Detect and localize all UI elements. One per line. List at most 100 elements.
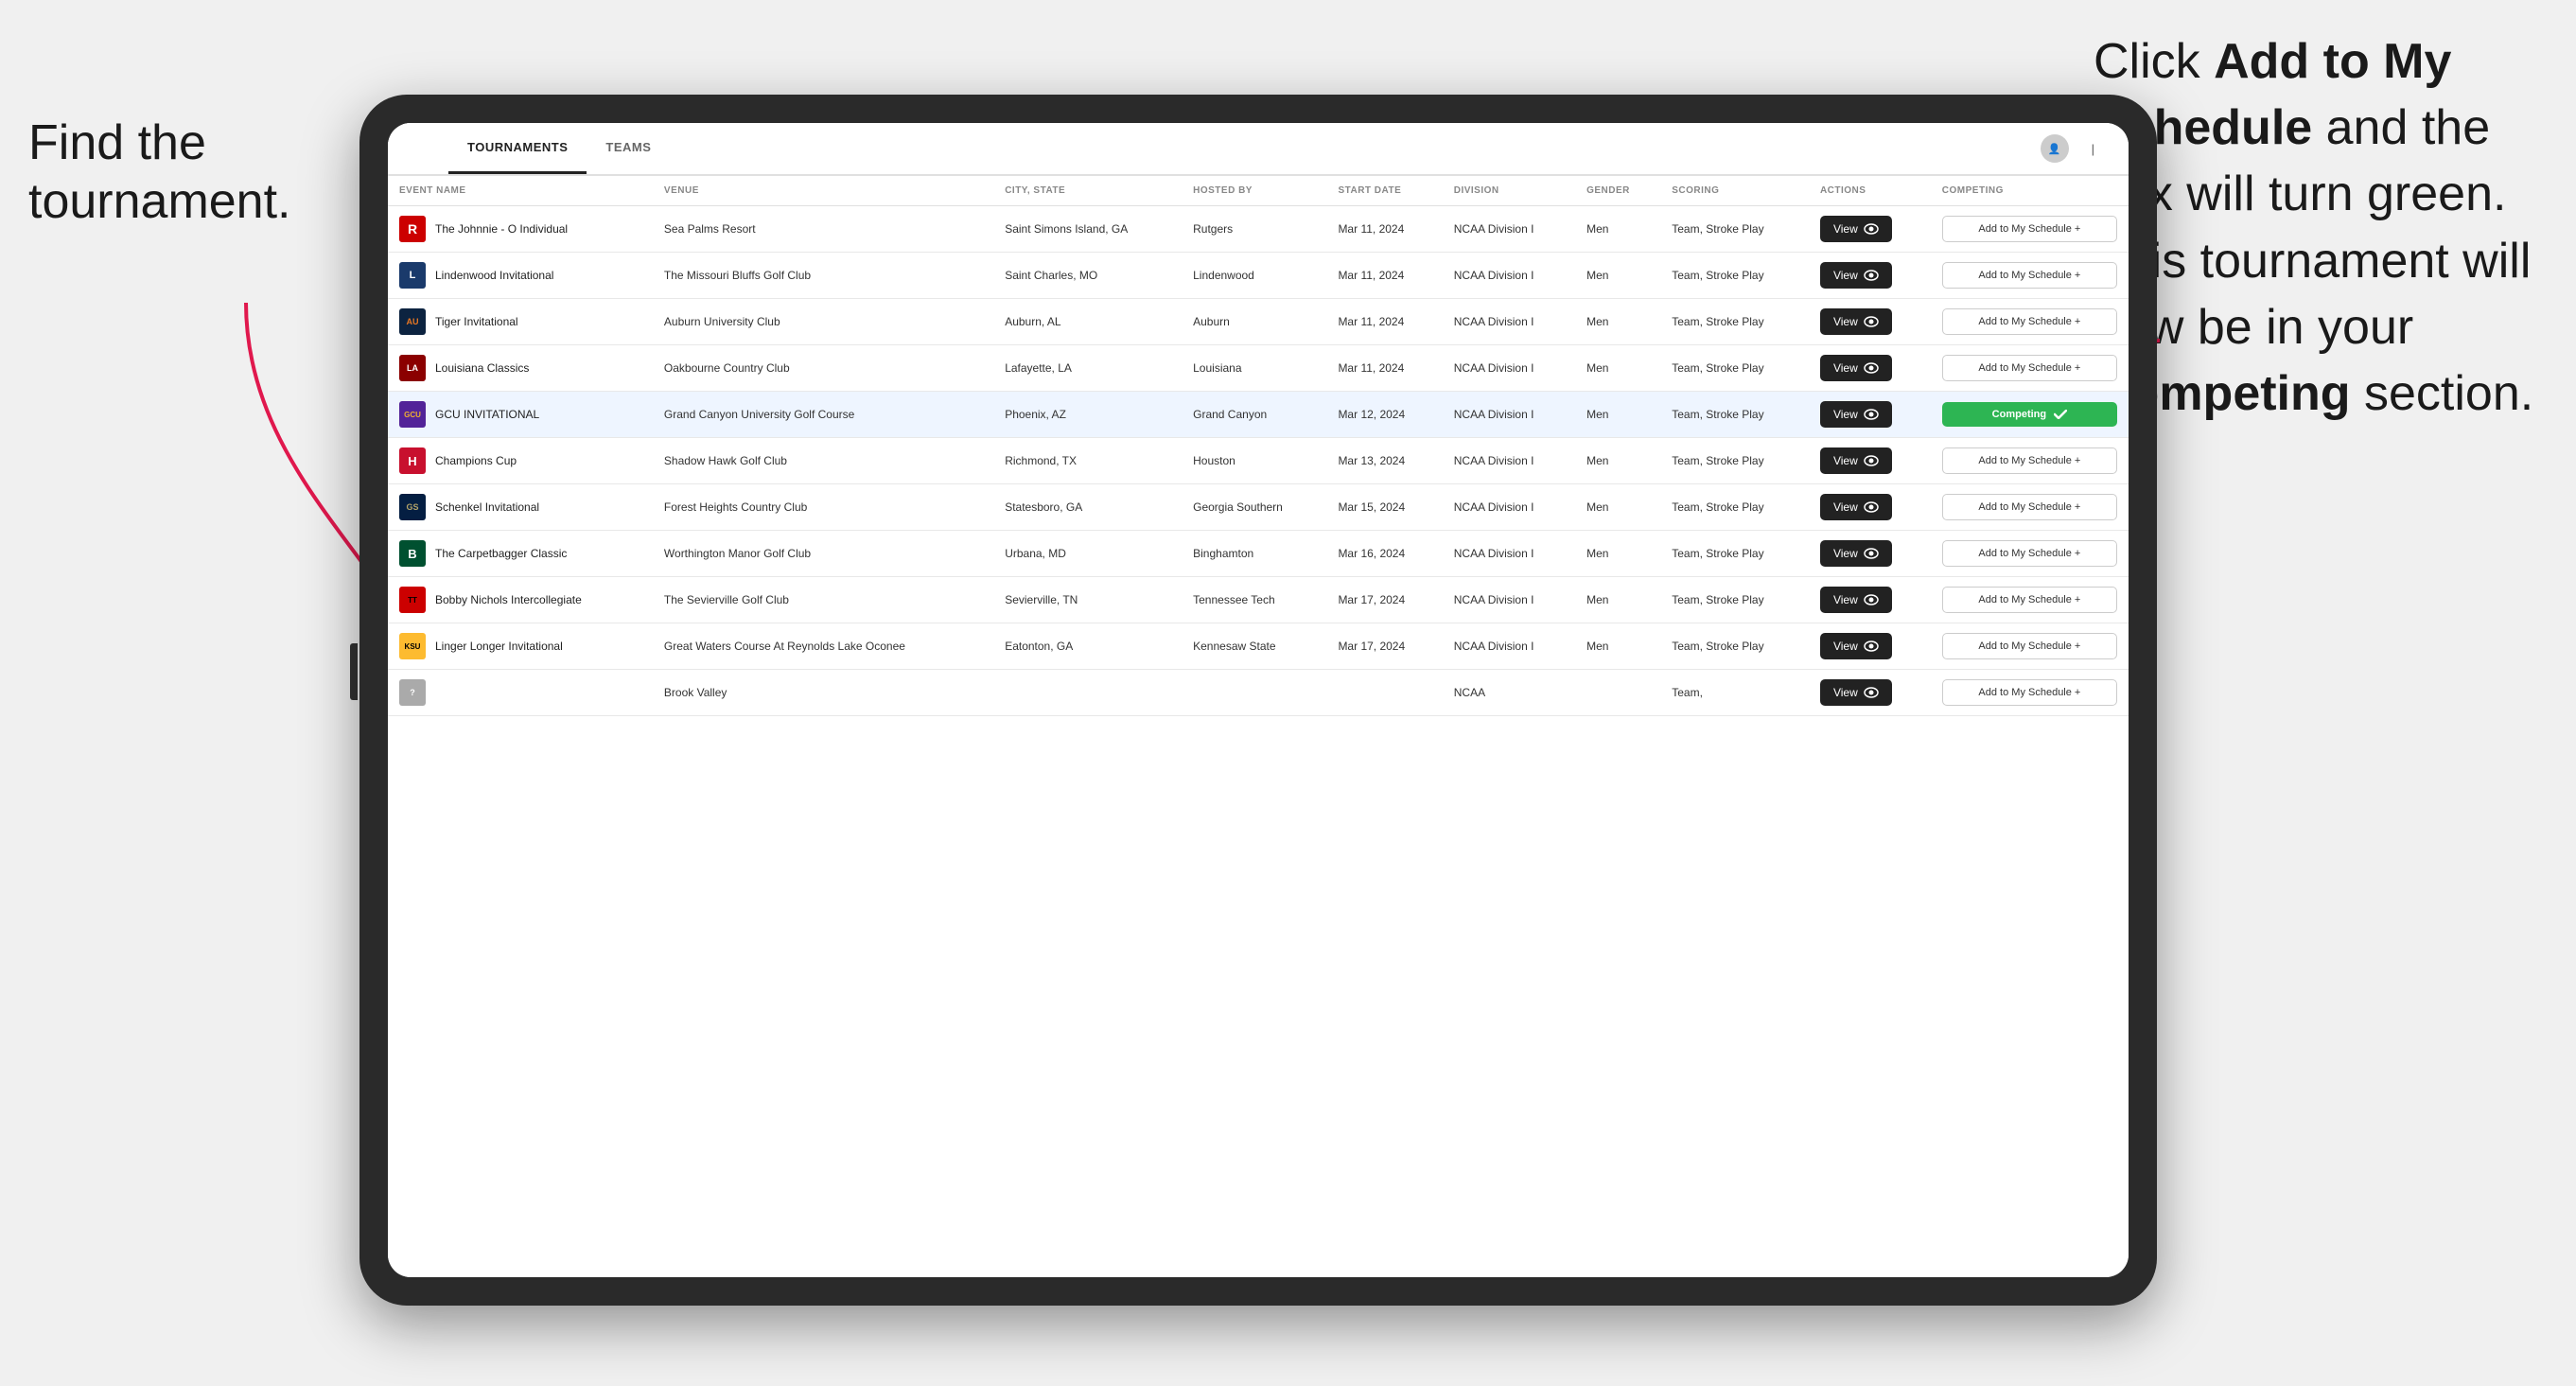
team-logo: R	[399, 216, 426, 242]
table-row: R The Johnnie - O Individual Sea Palms R…	[388, 206, 2129, 253]
competing-cell: Add to My Schedule +	[1931, 577, 2129, 623]
scoring-cell: Team, Stroke Play	[1660, 253, 1809, 299]
col-competing: COMPETING	[1931, 176, 2129, 206]
hosted-by-cell: Louisiana	[1182, 345, 1326, 392]
add-to-schedule-button[interactable]: Add to My Schedule +	[1942, 355, 2117, 381]
city-state-cell: Lafayette, LA	[993, 345, 1182, 392]
table-row: AU Tiger Invitational Auburn University …	[388, 299, 2129, 345]
add-to-schedule-button[interactable]: Add to My Schedule +	[1942, 308, 2117, 335]
venue-cell: The Missouri Bluffs Golf Club	[653, 253, 993, 299]
team-logo: AU	[399, 308, 426, 335]
add-to-schedule-button[interactable]: Add to My Schedule +	[1942, 216, 2117, 242]
gender-cell: Men	[1575, 577, 1660, 623]
add-to-schedule-button[interactable]: Add to My Schedule +	[1942, 540, 2117, 567]
event-name-text: The Carpetbagger Classic	[435, 547, 567, 560]
division-cell: NCAA Division I	[1443, 438, 1575, 484]
col-division: DIVISION	[1443, 176, 1575, 206]
start-date-cell: Mar 17, 2024	[1326, 577, 1442, 623]
team-logo: ?	[399, 679, 426, 706]
hosted-by-cell	[1182, 670, 1326, 716]
city-state-cell: Phoenix, AZ	[993, 392, 1182, 438]
event-name-cell: GS Schenkel Invitational	[388, 484, 653, 531]
view-button[interactable]: View	[1820, 401, 1892, 428]
division-cell: NCAA Division I	[1443, 531, 1575, 577]
view-button[interactable]: View	[1820, 308, 1892, 335]
table-header-row: EVENT NAME VENUE CITY, STATE HOSTED BY S…	[388, 176, 2129, 206]
app-container: TOURNAMENTS TEAMS 👤 | EVENT NAME VEN	[388, 123, 2129, 1277]
tablet-side-button	[350, 643, 358, 700]
venue-cell: Worthington Manor Golf Club	[653, 531, 993, 577]
hosted-by-cell: Auburn	[1182, 299, 1326, 345]
venue-cell: Brook Valley	[653, 670, 993, 716]
competing-cell: Add to My Schedule +	[1931, 299, 2129, 345]
event-name-text: Linger Longer Invitational	[435, 640, 563, 653]
venue-cell: Grand Canyon University Golf Course	[653, 392, 993, 438]
add-to-schedule-button[interactable]: Add to My Schedule +	[1942, 262, 2117, 289]
gender-cell: Men	[1575, 484, 1660, 531]
event-name-text: The Johnnie - O Individual	[435, 222, 568, 236]
scoring-cell: Team, Stroke Play	[1660, 206, 1809, 253]
gender-cell	[1575, 670, 1660, 716]
tab-teams[interactable]: TEAMS	[587, 123, 670, 174]
venue-cell: Auburn University Club	[653, 299, 993, 345]
check-icon	[2054, 410, 2067, 419]
event-name-text: Lindenwood Invitational	[435, 269, 553, 282]
gender-cell: Men	[1575, 253, 1660, 299]
col-scoring: SCORING	[1660, 176, 1809, 206]
event-name-text: Tiger Invitational	[435, 315, 518, 328]
tablet-frame: TOURNAMENTS TEAMS 👤 | EVENT NAME VEN	[359, 95, 2157, 1306]
view-button[interactable]: View	[1820, 587, 1892, 613]
event-name-text: Louisiana Classics	[435, 361, 529, 375]
add-to-schedule-button[interactable]: Add to My Schedule +	[1942, 494, 2117, 520]
venue-cell: Forest Heights Country Club	[653, 484, 993, 531]
team-logo: GCU	[399, 401, 426, 428]
table-row: L Lindenwood Invitational The Missouri B…	[388, 253, 2129, 299]
view-button[interactable]: View	[1820, 633, 1892, 659]
team-logo: LA	[399, 355, 426, 381]
view-button[interactable]: View	[1820, 679, 1892, 706]
event-name-cell: R The Johnnie - O Individual	[388, 206, 653, 253]
add-to-schedule-button[interactable]: Add to My Schedule +	[1942, 679, 2117, 706]
team-logo: KSU	[399, 633, 426, 659]
competing-cell: Add to My Schedule +	[1931, 253, 2129, 299]
table-row: GCU GCU INVITATIONAL Grand Canyon Univer…	[388, 392, 2129, 438]
view-button[interactable]: View	[1820, 540, 1892, 567]
hosted-by-cell: Tennessee Tech	[1182, 577, 1326, 623]
view-button[interactable]: View	[1820, 262, 1892, 289]
view-button[interactable]: View	[1820, 355, 1892, 381]
table-row: LA Louisiana Classics Oakbourne Country …	[388, 345, 2129, 392]
divider: |	[2092, 142, 2094, 156]
add-to-schedule-button[interactable]: Add to My Schedule +	[1942, 447, 2117, 474]
start-date-cell: Mar 16, 2024	[1326, 531, 1442, 577]
table-row: GS Schenkel Invitational Forest Heights …	[388, 484, 2129, 531]
view-button[interactable]: View	[1820, 216, 1892, 242]
eye-icon	[1864, 362, 1879, 374]
event-name-text: Champions Cup	[435, 454, 517, 467]
view-button[interactable]: View	[1820, 447, 1892, 474]
table-container[interactable]: EVENT NAME VENUE CITY, STATE HOSTED BY S…	[388, 176, 2129, 1277]
hosted-by-cell: Rutgers	[1182, 206, 1326, 253]
start-date-cell	[1326, 670, 1442, 716]
add-to-schedule-button[interactable]: Add to My Schedule +	[1942, 587, 2117, 613]
eye-icon	[1864, 223, 1879, 235]
event-name-cell: B The Carpetbagger Classic	[388, 531, 653, 577]
table-row: ? Brook ValleyNCAATeam, View Add to My S…	[388, 670, 2129, 716]
view-button[interactable]: View	[1820, 494, 1892, 520]
user-avatar: 👤	[2041, 134, 2069, 163]
competing-button[interactable]: Competing	[1942, 402, 2117, 427]
add-to-schedule-button[interactable]: Add to My Schedule +	[1942, 633, 2117, 659]
col-hosted-by: HOSTED BY	[1182, 176, 1326, 206]
hosted-by-cell: Lindenwood	[1182, 253, 1326, 299]
competing-cell: Add to My Schedule +	[1931, 623, 2129, 670]
division-cell: NCAA Division I	[1443, 206, 1575, 253]
event-name-cell: KSU Linger Longer Invitational	[388, 623, 653, 670]
city-state-cell	[993, 670, 1182, 716]
city-state-cell: Eatonton, GA	[993, 623, 1182, 670]
actions-cell: View	[1809, 253, 1931, 299]
competing-cell: Add to My Schedule +	[1931, 531, 2129, 577]
tab-tournaments[interactable]: TOURNAMENTS	[448, 123, 587, 174]
table-row: H Champions Cup Shadow Hawk Golf ClubRic…	[388, 438, 2129, 484]
start-date-cell: Mar 12, 2024	[1326, 392, 1442, 438]
venue-cell: The Sevierville Golf Club	[653, 577, 993, 623]
eye-icon	[1864, 594, 1879, 605]
